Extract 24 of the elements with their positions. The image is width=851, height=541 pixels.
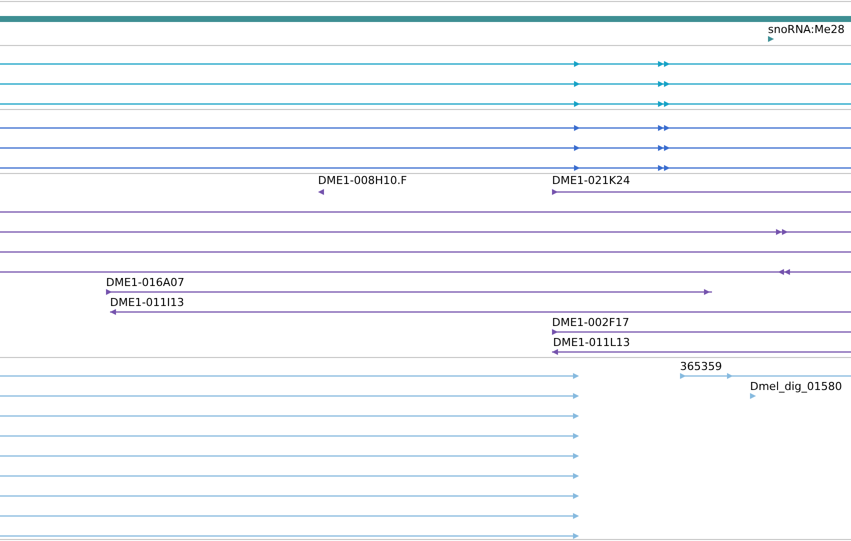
- feature-glyph[interactable]: [0, 61, 851, 67]
- feature-glyph[interactable]: [0, 165, 851, 171]
- feature-label: 365359: [680, 360, 722, 374]
- feature-glyph[interactable]: [106, 289, 712, 295]
- feature-glyph[interactable]: [110, 309, 851, 315]
- feature-label: DME1-021K24: [552, 174, 630, 188]
- feature-label: Dmel_dig_01580: [750, 380, 842, 394]
- feature-label: DME1-016A07: [106, 276, 184, 290]
- feature-label: DME1-002F17: [552, 316, 630, 330]
- feature-label: DME1-011I13: [110, 296, 184, 310]
- feature-glyph[interactable]: [0, 269, 851, 275]
- feature-glyph[interactable]: [0, 81, 851, 87]
- feature-glyph[interactable]: [552, 189, 851, 195]
- feature-glyph[interactable]: [318, 189, 324, 195]
- feature-glyph[interactable]: [0, 125, 851, 131]
- feature-glyph[interactable]: [552, 349, 851, 355]
- feature-glyph[interactable]: [552, 329, 851, 335]
- feature-label: snoRNA:Me28: [768, 23, 845, 37]
- feature-glyph[interactable]: [0, 145, 851, 151]
- feature-glyph[interactable]: [0, 229, 851, 235]
- feature-glyph[interactable]: [768, 36, 774, 42]
- feature-glyph[interactable]: [0, 101, 851, 107]
- feature-label: DME1-011L13: [553, 336, 630, 350]
- feature-label: DME1-008H10.F: [318, 174, 407, 188]
